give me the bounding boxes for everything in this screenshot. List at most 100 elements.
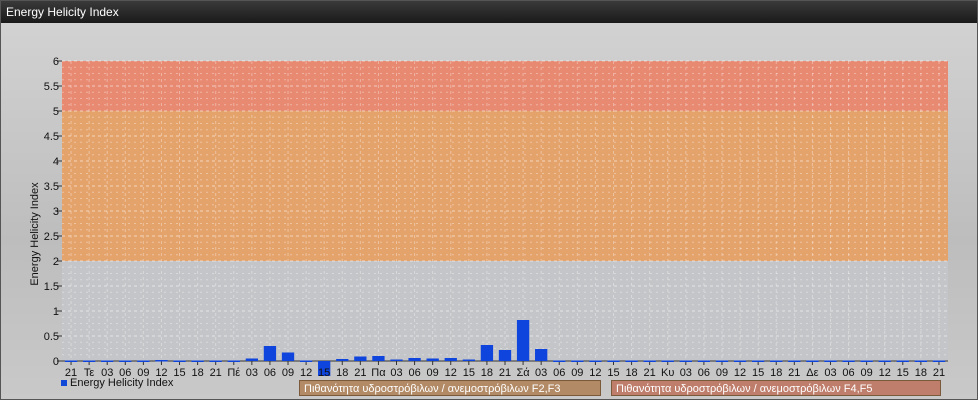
y-tick-label: 4.5 [44,131,59,143]
bar[interactable] [137,360,150,363]
x-tick-label: 18 [481,367,493,379]
bar[interactable] [209,360,222,363]
x-tick-label: 06 [553,367,565,379]
x-tick-label: 15 [463,367,475,379]
x-tick-label: Σά [516,367,530,379]
bar[interactable] [372,356,385,361]
bar[interactable] [751,360,765,363]
bar[interactable] [480,345,494,361]
bar[interactable] [770,360,783,363]
bar[interactable] [806,360,819,363]
bar[interactable] [697,360,711,363]
bar[interactable] [824,360,837,363]
bar[interactable] [426,358,439,362]
bar[interactable] [299,360,313,363]
y-tick-label: 3 [53,206,59,218]
window-titlebar: Energy Helicity Index [1,1,977,23]
bar[interactable] [119,360,132,363]
bar[interactable] [589,360,602,363]
x-tick-label: 06 [408,367,420,379]
bar[interactable] [733,360,747,363]
x-tick-label: 21 [210,367,222,379]
y-tick-label: 1 [53,306,59,318]
bar[interactable] [227,360,240,363]
bar[interactable] [336,359,349,361]
bar[interactable] [679,360,692,363]
bar[interactable] [390,359,403,362]
ehi-chart: 00.511.522.533.544.555.56 21 Τε 03 06 09 12 15… [29,56,948,379]
x-tick-label: 03 [390,367,402,379]
y-tick-label: 4 [53,156,59,168]
x-tick-label: Κυ [661,367,674,379]
x-tick-label: 21 [933,367,945,379]
bar[interactable] [281,352,295,362]
bar[interactable] [932,360,946,363]
legend-series-swatch [61,380,67,387]
legend-band-f4f5[interactable]: Πιθανότητα υδροστρόβιλων / ανεμοστρόβιλω… [611,380,941,396]
bar[interactable] [263,346,277,361]
bar[interactable] [82,360,96,363]
x-tick-label: 09 [427,367,439,379]
bar[interactable] [444,358,457,361]
y-tick-labels: 0 0.5 1 1.5 2 2.5 3 3.5 4 4.5 5 5.5 6 [44,56,59,368]
bar[interactable] [842,360,855,363]
x-tick-label: 12 [589,367,601,379]
bar[interactable] [354,356,367,362]
bar[interactable] [878,360,891,363]
bar[interactable] [553,360,566,363]
legend-series-label: Energy Helicity Index [70,377,174,389]
bar[interactable] [788,360,801,363]
bar[interactable] [571,360,584,363]
y-axis-label: Energy Helicity Index [29,182,41,286]
bar[interactable] [64,360,78,363]
x-tick-label: 12 [879,367,891,379]
bar[interactable] [101,360,114,363]
bar[interactable] [155,360,168,362]
legend-band-f4f5-label: Πιθανότητα υδροστρόβιλων / ανεμοστρόβιλω… [616,383,873,395]
bar[interactable] [715,360,729,363]
x-tick-label: 21 [354,367,366,379]
x-tick-labels: 21 Τε 03 06 09 12 15 18 21 Πέ 03 06 09 12 15 18 21 Πα 03 06… [65,367,945,379]
y-tick-label: 5.5 [44,81,59,93]
x-tick-label: 06 [264,367,276,379]
bar[interactable] [173,360,186,363]
bar[interactable] [408,358,421,361]
bar[interactable] [914,360,928,363]
bar[interactable] [625,360,638,363]
bar[interactable] [643,360,656,363]
y-tick-label: 0.5 [44,331,59,343]
x-tick-label: 09 [571,367,583,379]
x-tick-label: 06 [842,367,854,379]
x-tick-label: 15 [173,367,185,379]
bar[interactable] [516,320,530,361]
x-tick-label: 21 [644,367,656,379]
y-tick-label: 0 [53,356,59,368]
legend-series[interactable]: Energy Helicity Index [61,377,173,389]
x-tick-label: 09 [282,367,294,379]
bar[interactable] [535,349,548,361]
x-tick-label: 21 [788,367,800,379]
bar[interactable] [896,360,909,363]
x-tick-label: 03 [680,367,692,379]
bar[interactable] [661,360,674,363]
bar[interactable] [191,360,204,363]
legend-band-f2f3-label: Πιθανότητα υδροστρόβιλων / ανεμοστρόβιλω… [304,383,561,395]
y-tick-label: 2.5 [44,231,59,243]
x-tick-label: 18 [191,367,203,379]
bar[interactable] [860,360,873,363]
legend-band-f2f3[interactable]: Πιθανότητα υδροστρόβιλων / ανεμοστρόβιλω… [299,380,601,396]
x-tick-label: 18 [915,367,927,379]
x-tick-label: 06 [698,367,710,379]
y-tick-label: 6 [53,56,59,68]
x-tick-label: 15 [607,367,619,379]
bar[interactable] [607,360,620,363]
bar[interactable] [245,358,259,362]
x-tick-label: 12 [734,367,746,379]
bar[interactable] [498,350,512,361]
chart-window: Energy Helicity Index 0 0.5 1 1.5 2 2.5 3 3.5 4 4… [0,0,978,400]
x-tick-label: 15 [897,367,909,379]
x-tick-label: 09 [861,367,873,379]
x-tick-label: 15 [752,367,764,379]
bar[interactable] [462,359,475,362]
x-tick-label: 18 [336,367,348,379]
